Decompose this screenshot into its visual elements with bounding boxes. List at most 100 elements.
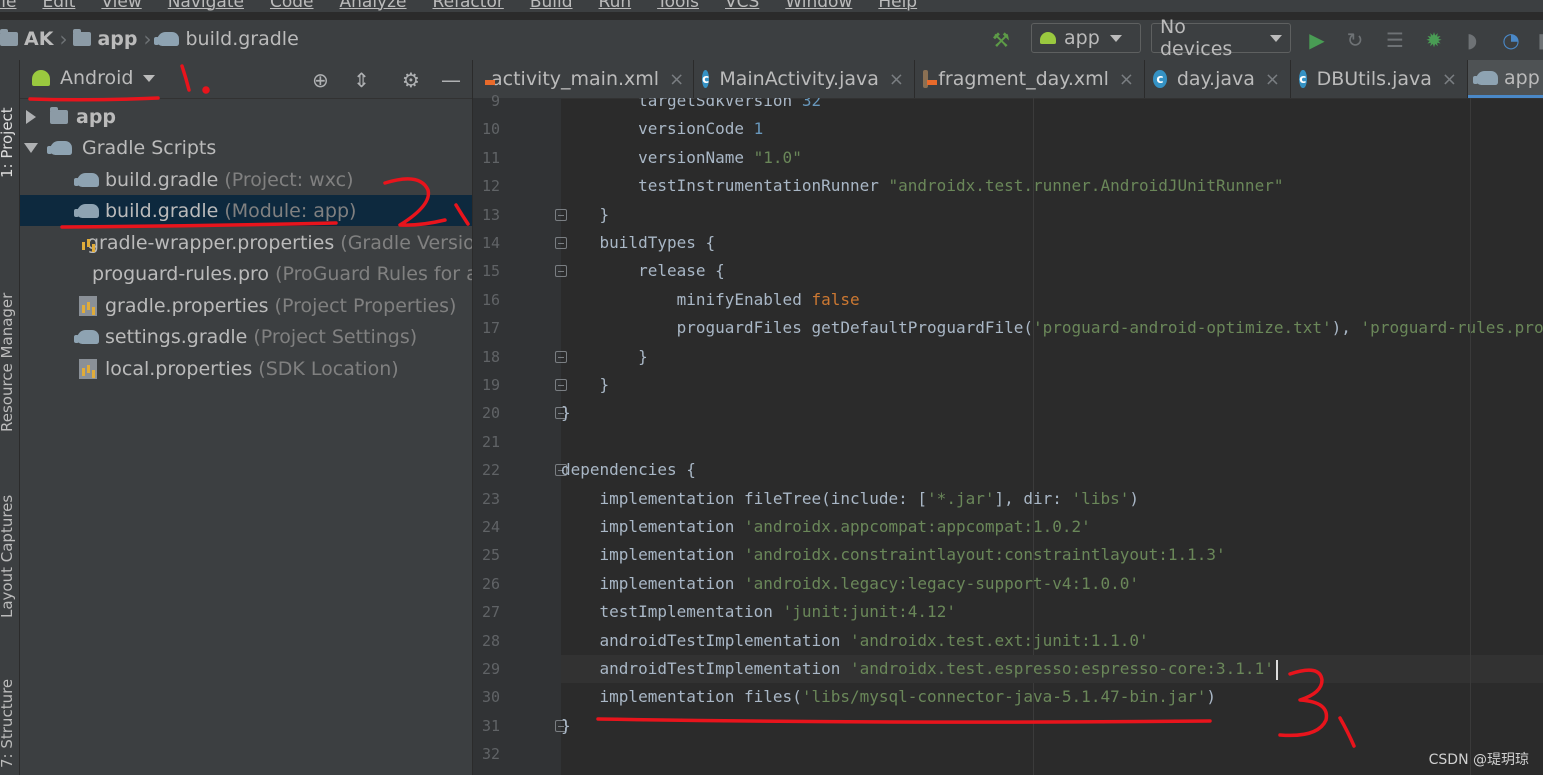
code-token: ], dir: [994, 488, 1072, 508]
run-icon[interactable]: ▶ [1306, 29, 1328, 51]
toolbar-more-icon[interactable]: ▮ [1532, 29, 1543, 51]
line-number: 20 [481, 404, 500, 423]
chevron-right-icon[interactable] [26, 109, 36, 124]
apply-code-changes-icon[interactable]: ☰ [1384, 29, 1406, 51]
tree-item-hint: (SDK Location) [258, 357, 399, 380]
breadcrumb-module[interactable]: app [97, 28, 137, 50]
tree-item-local-properties[interactable]: local.properties (SDK Location) [20, 353, 472, 384]
code-token: versionName [561, 147, 754, 167]
tree-item-gradle-scripts[interactable]: Gradle Scripts [20, 132, 472, 163]
tab-day-java[interactable]: c day.java × [1145, 60, 1291, 98]
code-line: implementation 'androidx.appcompat:appco… [561, 513, 1543, 541]
tree-item-proguard-rules[interactable]: proguard-rules.pro (ProGuard Rules for a… [20, 258, 472, 289]
menu-item-view[interactable]: View [101, 0, 141, 12]
project-view-selector[interactable]: Android [32, 67, 156, 89]
hide-panel-icon[interactable]: — [441, 68, 461, 92]
line-number: 27 [481, 603, 500, 622]
menu-item-window[interactable]: Window [785, 0, 852, 12]
tab-label: MainActivity.java [719, 68, 879, 90]
menu-item-edit[interactable]: Edit [42, 0, 75, 12]
code-token: 'androidx.test.espresso:espresso-core:3.… [849, 659, 1274, 678]
tree-item-label: Gradle Scripts [82, 136, 217, 159]
tab-app-build-gradle[interactable]: app [1468, 60, 1543, 98]
menu-item-navigate[interactable]: Navigate [168, 0, 244, 12]
code-token: buildTypes { [561, 233, 716, 252]
tree-item-hint: (Project Settings) [253, 325, 418, 348]
code-token: ) [1129, 488, 1139, 508]
line-number: 14 [481, 234, 500, 252]
menu-item-run[interactable]: Run [599, 0, 632, 12]
close-icon[interactable]: × [1265, 69, 1280, 90]
tree-item-hint: (Module: app) [224, 199, 357, 222]
line-number: 13 [481, 205, 500, 224]
line-number: 21 [481, 432, 500, 451]
close-icon[interactable]: × [669, 69, 684, 90]
code-line: } [561, 371, 1543, 399]
code-token: 'androidx.constraintlayout:constraintlay… [744, 545, 1226, 565]
code-area[interactable]: targetSdkVersion 32 versionCode 1 versio… [561, 98, 1543, 775]
tree-item-gradle-properties[interactable]: gradle.properties (Project Properties) [20, 290, 472, 321]
chevron-down-icon [1270, 34, 1282, 42]
tree-item-build-gradle-module[interactable]: build.gradle (Module: app) [20, 195, 472, 226]
device-dropdown[interactable]: No devices [1151, 16, 1291, 60]
tree-item-gradle-wrapper-properties[interactable]: gradle-wrapper.properties (Gradle Versio… [20, 227, 472, 258]
code-token: "androidx.test.runner.AndroidJUnitRunner… [888, 176, 1284, 196]
line-number: 12 [481, 177, 500, 196]
gradle-icon [47, 140, 72, 155]
menu-item-analyze[interactable]: Analyze [340, 0, 407, 12]
chevron-down-icon [1109, 34, 1122, 42]
tab-dbutils-java[interactable]: c DBUtils.java × [1291, 60, 1468, 98]
tree-item-label: proguard-rules.pro [92, 262, 270, 285]
code-token: 32 [801, 98, 822, 110]
code-token: release { [561, 261, 725, 281]
code-line: versionCode 1 [561, 115, 1543, 143]
xml-file-icon [923, 70, 938, 88]
hammer-build-icon[interactable]: ⚒ [990, 29, 1012, 51]
breadcrumb-file[interactable]: build.gradle [185, 28, 298, 50]
line-number: 30 [481, 688, 500, 707]
code-token: implementation [561, 545, 745, 565]
code-line: } [561, 201, 1543, 229]
gradle-file-icon [74, 203, 99, 218]
chevron-down-icon [143, 74, 156, 82]
chevron-down-icon[interactable] [24, 142, 38, 153]
menu-item-build[interactable]: Build [530, 0, 573, 12]
tree-item-build-gradle-project[interactable]: build.gradle (Project: wxc) [20, 164, 472, 195]
apply-changes-icon[interactable]: ↻ [1344, 29, 1366, 51]
tree-item-app[interactable]: app [20, 101, 472, 132]
code-token: implementation [561, 573, 745, 593]
code-line: minifyEnabled false [561, 286, 1543, 314]
code-token: 'libs/mysql-connector-java-5.1.47-bin.ja… [801, 687, 1207, 707]
tab-fragment-day-xml[interactable]: fragment_day.xml × [915, 60, 1145, 98]
tab-activity-main-xml[interactable]: activity_main.xml × [473, 60, 694, 98]
menu-item-help[interactable]: Help [878, 0, 917, 12]
collapse-all-icon[interactable]: ⇕ [353, 68, 370, 92]
menu-item-vcs[interactable]: VCS [725, 0, 759, 12]
debug-icon[interactable]: ✹ [1423, 29, 1445, 51]
close-icon[interactable]: × [889, 69, 904, 90]
menu-item-file[interactable]: File [0, 0, 16, 12]
attach-debugger-icon[interactable]: ◗ [1461, 29, 1483, 51]
menu-item-tools[interactable]: Tools [657, 0, 699, 12]
tab-structure[interactable]: 7: Structure [0, 679, 16, 768]
line-number-gutter: 9 10 11 12 13 14 15 16 17 18 19 20 21 22 23 24 25 26 27 28 2… [473, 92, 567, 775]
android-icon [1040, 32, 1056, 44]
class-icon: c [1299, 70, 1307, 88]
tree-item-settings-gradle[interactable]: settings.gradle (Project Settings) [20, 321, 472, 352]
profiler-icon[interactable]: ◔ [1500, 29, 1522, 51]
breadcrumb-project[interactable]: AK [24, 28, 53, 50]
gear-icon[interactable]: ⚙ [402, 68, 420, 92]
close-icon[interactable]: × [1119, 69, 1134, 90]
properties-file-icon [79, 295, 97, 316]
tab-mainactivity-java[interactable]: c MainActivity.java × [694, 60, 915, 98]
tab-resource-manager[interactable]: Resource Manager [0, 293, 16, 432]
close-icon[interactable]: × [1442, 69, 1457, 90]
run-configuration-dropdown[interactable]: app [1031, 23, 1141, 53]
menu-item-refactor[interactable]: Refactor [433, 0, 504, 12]
locate-file-icon[interactable]: ⊕ [312, 68, 329, 92]
tree-item-label: settings.gradle [105, 325, 248, 348]
tab-project[interactable]: 1: Project [0, 107, 16, 178]
menu-item-code[interactable]: Code [270, 0, 314, 12]
tab-layout-captures[interactable]: Layout Captures [0, 495, 16, 618]
code-line: targetSdkVersion 32 [561, 98, 1543, 115]
